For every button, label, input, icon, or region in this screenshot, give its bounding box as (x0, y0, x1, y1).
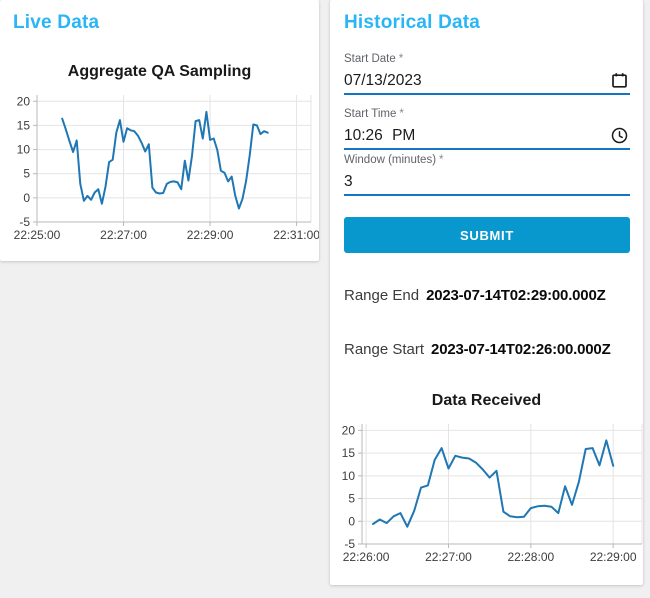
svg-text:22:26:00: 22:26:00 (343, 550, 390, 564)
start-date-input[interactable]: 07/13/2023 (344, 67, 630, 95)
start-date-field: Start Date * 07/13/2023 (344, 53, 630, 95)
svg-text:10: 10 (17, 143, 31, 157)
svg-text:20: 20 (17, 94, 31, 108)
required-asterisk: * (398, 53, 404, 65)
window-minutes-value[interactable]: 3 (344, 173, 353, 191)
historical-data-heading: Historical Data (344, 12, 481, 33)
svg-text:20: 20 (342, 423, 356, 437)
historical-data-card: Historical Data Start Date * 07/13/2023 S… (330, 0, 643, 585)
window-minutes-field: Window (minutes) * 3 (344, 154, 630, 196)
live-chart-title: Aggregate QA Sampling (67, 63, 252, 80)
svg-text:15: 15 (342, 446, 356, 460)
required-asterisk: * (399, 108, 404, 120)
svg-text:5: 5 (348, 492, 355, 506)
live-data-heading: Live Data (13, 12, 100, 33)
svg-text:22:29:00: 22:29:00 (187, 228, 234, 242)
svg-text:-5: -5 (344, 537, 355, 551)
window-minutes-label: Window (minutes) * (344, 154, 444, 166)
range-end-value: 2023-07-14T02:29:00.000Z (426, 287, 606, 304)
range-start-value: 2023-07-14T02:26:00.000Z (431, 341, 611, 358)
range-start-row: Range Start 2023-07-14T02:26:00.000Z (344, 340, 611, 360)
start-time-input[interactable]: 10:26 PM (344, 122, 630, 150)
svg-text:22:27:00: 22:27:00 (425, 550, 472, 564)
submit-button[interactable]: SUBMIT (344, 217, 630, 253)
range-start-label: Range Start (344, 341, 425, 358)
start-time-value[interactable]: 10:26 PM (344, 127, 415, 145)
start-date-value[interactable]: 07/13/2023 (344, 72, 422, 90)
svg-text:22:27:00: 22:27:00 (100, 228, 147, 242)
svg-text:0: 0 (348, 514, 355, 528)
svg-text:22:29:00: 22:29:00 (590, 550, 637, 564)
svg-text:5: 5 (23, 167, 30, 181)
live-chart: -5 0 5 10 15 20 22:25:00 22:27:00 22:29:00 22:31:… (14, 94, 319, 242)
live-data-card: Live Data Aggregate QA Sampling -5 0 5 10 15… (0, 0, 319, 261)
svg-text:10: 10 (342, 469, 356, 483)
svg-text:22:31:00: 22:31:00 (273, 228, 319, 242)
svg-text:22:28:00: 22:28:00 (507, 550, 554, 564)
historical-chart-title: Data Received (431, 392, 542, 409)
range-end-label: Range End (344, 287, 420, 304)
svg-text:0: 0 (23, 191, 30, 205)
start-time-label: Start Time * (344, 108, 404, 120)
historical-chart: -5 0 5 10 15 20 22:26:00 22:27:00 22:28:00 22:29:… (342, 423, 643, 564)
clock-icon[interactable] (611, 127, 628, 144)
window-minutes-input[interactable]: 3 (344, 168, 630, 196)
start-time-field: Start Time * 10:26 PM (344, 108, 630, 150)
required-asterisk: * (439, 154, 444, 166)
calendar-icon[interactable] (611, 72, 628, 89)
range-end-row: Range End 2023-07-14T02:29:00.000Z (344, 286, 606, 306)
svg-text:22:25:00: 22:25:00 (14, 228, 61, 242)
svg-text:15: 15 (17, 118, 31, 132)
start-date-label: Start Date * (344, 53, 404, 65)
svg-text:-5: -5 (19, 215, 30, 229)
